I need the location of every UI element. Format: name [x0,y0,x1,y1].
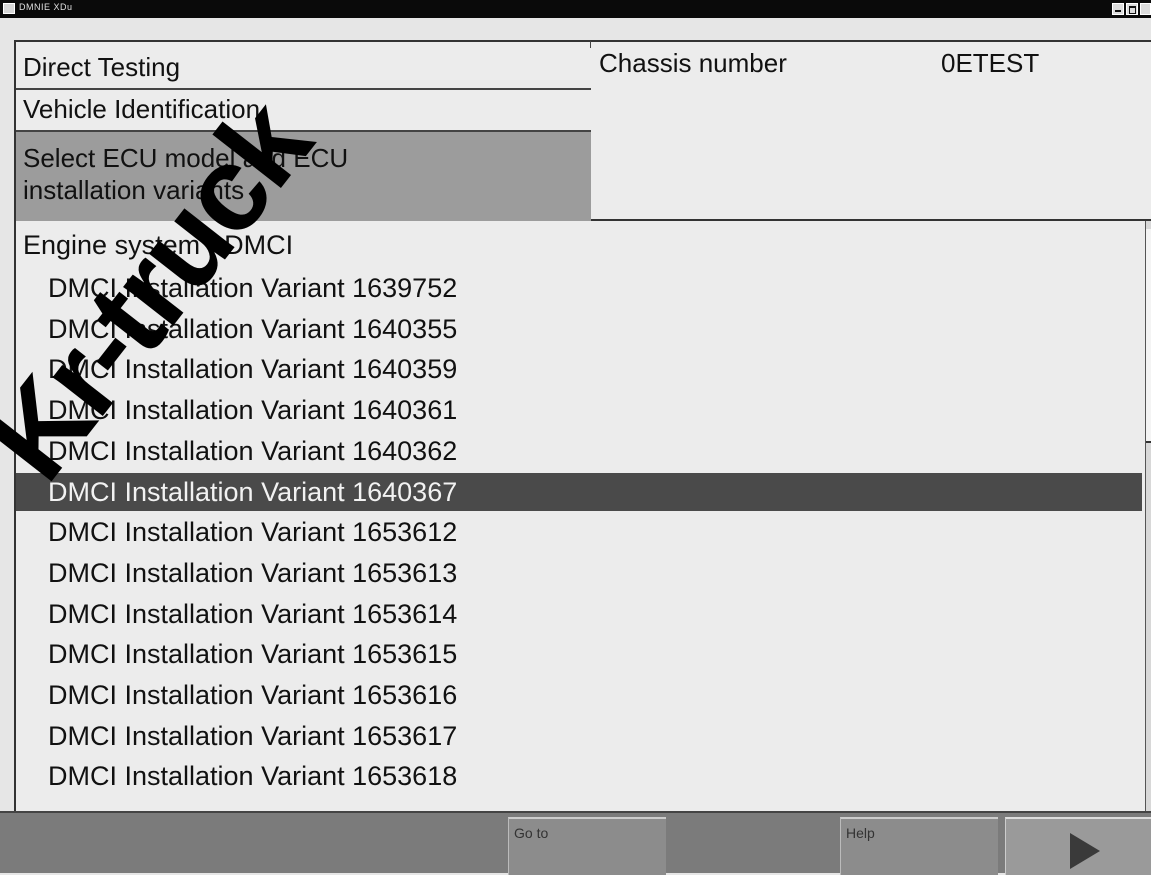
list-group-header: Engine system - DMCI [23,230,294,260]
chassis-info-panel: Chassis number 0ETEST [591,40,1151,221]
window-title: DMNIE XDu [19,2,73,12]
list-item[interactable]: DMCI Installation Variant 1653612 [16,513,1142,551]
installation-variant-list[interactable]: Engine system - DMCI DMCI Installation V… [14,221,1147,811]
next-button[interactable] [1005,817,1151,875]
list-item[interactable]: DMCI Installation Variant 1653616 [16,676,1142,714]
scrollbar-thumb[interactable] [1146,229,1151,443]
breadcrumb-item-direct-testing[interactable]: Direct Testing [16,48,591,90]
chassis-number-label: Chassis number [599,48,787,78]
bottom-toolbar: Go to Help [0,811,1151,875]
play-arrow-icon [1070,833,1100,869]
list-item[interactable]: DMCI Installation Variant 1653613 [16,554,1142,592]
list-item[interactable]: DMCI Installation Variant 1653618 [16,757,1142,795]
breadcrumb-item-select-ecu: Select ECU model and ECU installation va… [16,132,591,221]
maximize-button[interactable] [1126,3,1138,15]
list-item[interactable]: DMCI Installation Variant 1640367 [16,472,1142,511]
help-button-label: Help [846,825,875,841]
breadcrumb: Direct Testing Vehicle Identification Se… [14,40,591,221]
list-item[interactable]: DMCI Installation Variant 1653615 [16,635,1142,673]
list-item[interactable]: DMCI Installation Variant 1640362 [16,432,1142,470]
breadcrumb-item-vehicle-identification[interactable]: Vehicle Identification [16,90,591,132]
list-item[interactable]: DMCI Installation Variant 1640359 [16,350,1142,388]
goto-button[interactable]: Go to [508,817,666,875]
title-bar: DMNIE XDu [0,0,1151,18]
breadcrumb-current-label: Select ECU model and ECU installation va… [23,143,349,205]
list-scrollbar[interactable] [1145,221,1151,811]
chassis-number-value: 0ETEST [941,48,1040,78]
list-item[interactable]: DMCI Installation Variant 1653617 [16,717,1142,755]
list-item[interactable]: DMCI Installation Variant 1640361 [16,391,1142,429]
list-item[interactable]: DMCI Installation Variant 1640355 [16,310,1142,348]
minimize-button[interactable] [1112,3,1124,15]
help-button[interactable]: Help [840,817,998,875]
list-item[interactable]: DMCI Installation Variant 1653614 [16,595,1142,633]
list-item[interactable]: DMCI Installation Variant 1639752 [16,269,1142,307]
app-icon [3,3,15,14]
close-button[interactable] [1140,3,1151,15]
goto-button-label: Go to [514,825,549,841]
